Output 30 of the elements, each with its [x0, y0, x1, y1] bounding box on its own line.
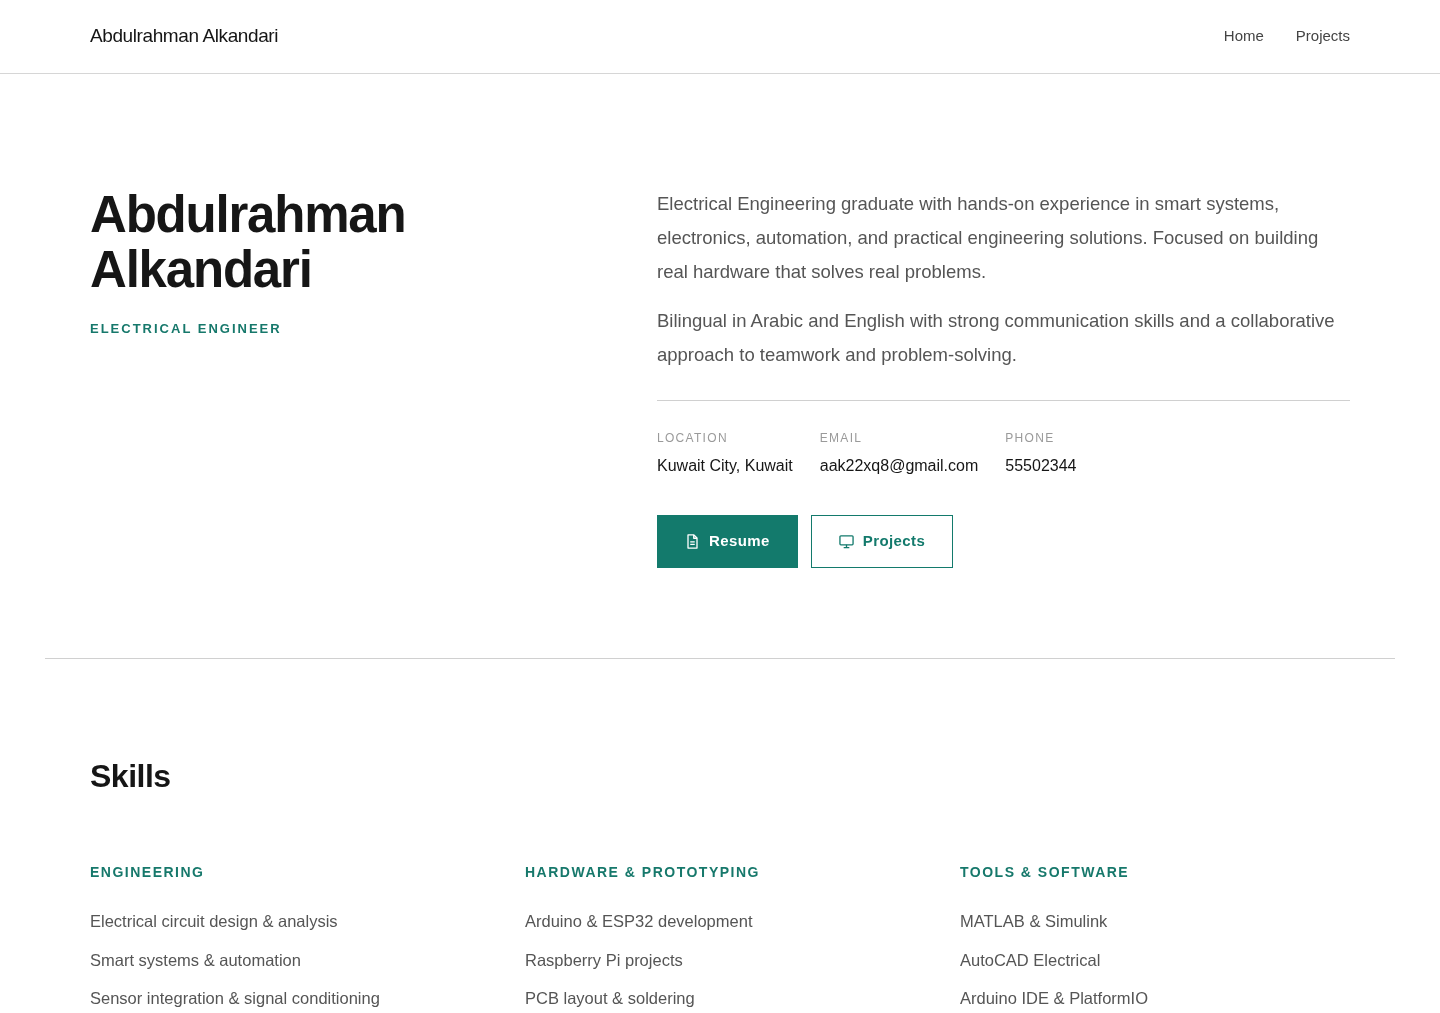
contact-label: LOCATION	[657, 430, 729, 446]
contact-value: Kuwait City, Kuwait	[657, 456, 793, 476]
about-paragraph: Electrical Engineering graduate with hands-on experience in smart systems, electronics, automation, and practical engineering solutions. Focused on building real hardware that solves real problems.	[657, 192, 1320, 284]
outline-button[interactable]: Projects	[810, 515, 954, 568]
document-icon	[685, 534, 700, 549]
section-heading: Skills	[90, 757, 172, 796]
skill-group-title: HARDWARE & PROTOTYPING	[525, 863, 761, 882]
skill-item: Smart systems & automation	[90, 949, 302, 971]
contact-label: EMAIL	[819, 430, 864, 446]
contact-value: aak22xq8@gmail.com	[819, 456, 979, 476]
monitor-icon	[838, 534, 854, 549]
skill-item: PCB layout & soldering	[525, 988, 696, 1010]
nav-link[interactable]: Projects	[1295, 25, 1350, 48]
skill-item: Arduino IDE & PlatformIO	[960, 988, 1149, 1010]
skill-item: Sensor integration & signal conditioning	[90, 988, 381, 1010]
skill-group-title: TOOLS & SOFTWARE	[960, 863, 1131, 882]
skill-item: Raspberry Pi projects	[525, 949, 684, 971]
skill-item: MATLAB & Simulink	[960, 911, 1109, 932]
skill-item: Electrical circuit design & analysis	[90, 911, 339, 932]
role-title: ELECTRICAL ENGINEER	[90, 320, 283, 338]
contact-value: 55502344	[1005, 456, 1077, 476]
site-brand-link[interactable]: Abdulrahman Alkandari	[90, 22, 279, 51]
skill-group-title: ENGINEERING	[90, 863, 206, 882]
contact-label: PHONE	[1005, 430, 1056, 446]
skill-item: AutoCAD Electrical	[960, 949, 1102, 971]
skill-item: Arduino & ESP32 development	[525, 911, 754, 932]
primary-button[interactable]: Resume	[657, 515, 798, 568]
hero-name: Abdulrahman Alkandari	[90, 187, 407, 297]
nav-link[interactable]: Home	[1223, 25, 1264, 48]
about-paragraph: Bilingual in Arabic and English with strong communication skills and a collaborative approach to teamwork and problem-solving.	[657, 309, 1336, 367]
